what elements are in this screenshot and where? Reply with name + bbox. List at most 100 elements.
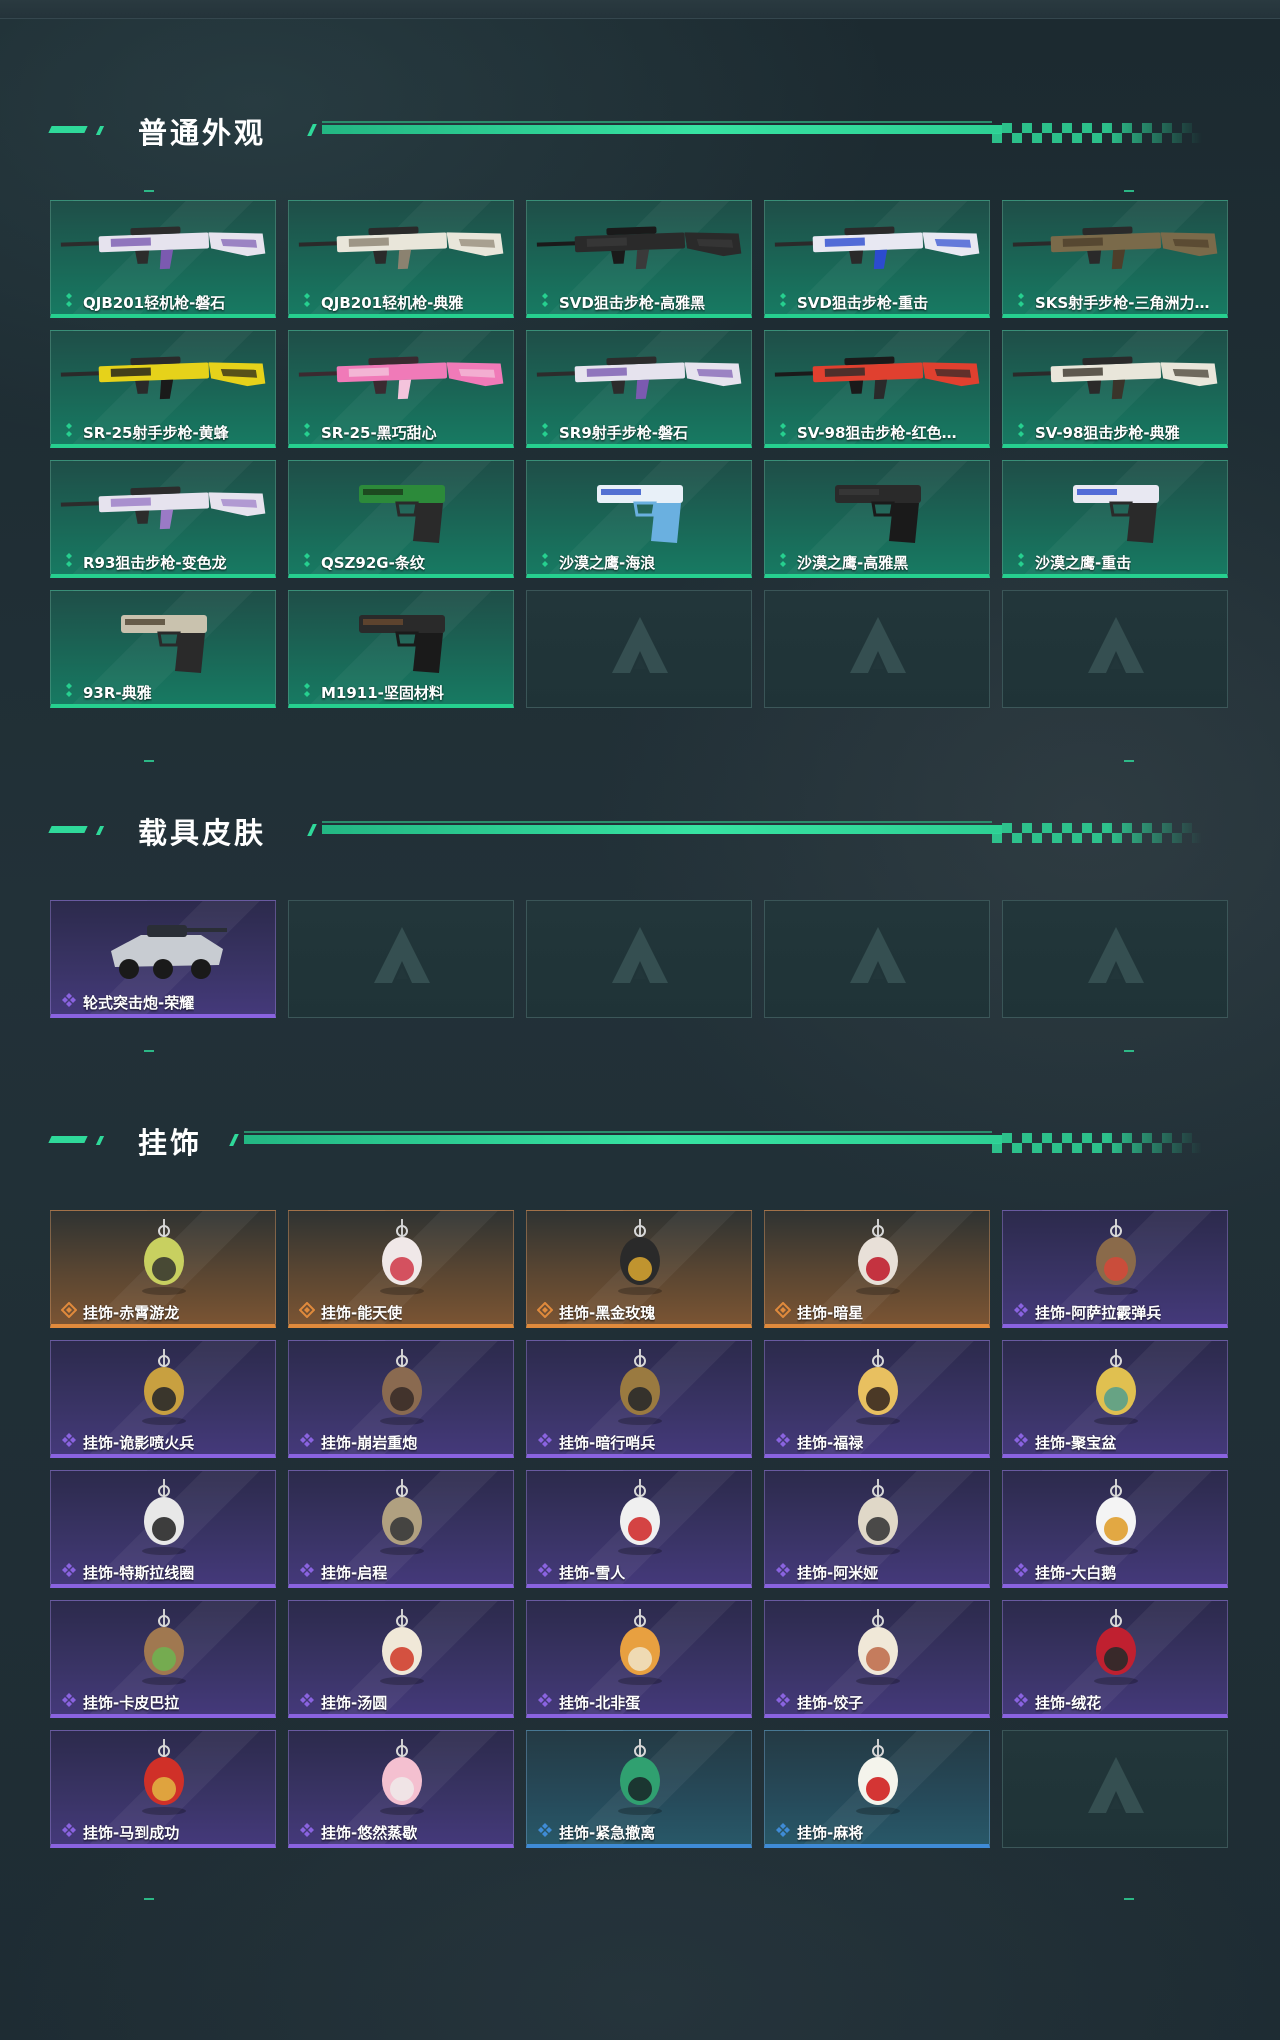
charm-icon [618, 1349, 662, 1425]
item-name: 挂饰-饺子 [797, 1693, 864, 1712]
item-card[interactable]: QSZ92G-条纹 [288, 460, 514, 578]
rarity-diamond-icon [775, 1432, 791, 1452]
charm-icon [618, 1219, 662, 1295]
item-name: 沙漠之鹰-高雅黑 [797, 553, 909, 572]
item-card[interactable]: 挂饰-北非蛋 [526, 1600, 752, 1718]
rarity-diamond-icon [299, 422, 315, 442]
section-header-weapon-skins: 普通外观 [0, 108, 1280, 150]
item-card[interactable]: 挂饰-诡影喷火兵 [50, 1340, 276, 1458]
rarity-diamond-icon [299, 682, 315, 702]
item-card[interactable]: 挂饰-聚宝盆 [1002, 1340, 1228, 1458]
item-card[interactable]: 挂饰-大白鹅 [1002, 1470, 1228, 1588]
item-card[interactable]: 93R-典雅 [50, 590, 276, 708]
item-card[interactable]: 沙漠之鹰-海浪 [526, 460, 752, 578]
item-name: 挂饰-黑金玫瑰 [559, 1303, 656, 1322]
item-card[interactable]: SV-98狙击步枪-典雅 [1002, 330, 1228, 448]
item-card[interactable]: 挂饰-能天使 [288, 1210, 514, 1328]
item-label: 挂饰-启程 [289, 1562, 513, 1582]
charm-icon [380, 1609, 424, 1685]
item-name: 挂饰-大白鹅 [1035, 1563, 1117, 1582]
item-name: SR9射手步枪-磐石 [559, 423, 689, 442]
header-slash [307, 124, 317, 136]
item-label: 挂饰-崩岩重炮 [289, 1432, 513, 1452]
item-card[interactable]: 挂饰-赤霄游龙 [50, 1210, 276, 1328]
section-title: 挂饰 [138, 1126, 203, 1160]
item-label: SR9射手步枪-磐石 [527, 422, 751, 442]
sniper-rifle-icon [774, 226, 980, 270]
item-card[interactable]: 挂饰-紧急撤离 [526, 1730, 752, 1848]
item-label: 轮式突击炮-荣耀 [51, 992, 275, 1012]
item-card[interactable]: 沙漠之鹰-重击 [1002, 460, 1228, 578]
item-label: 挂饰-福禄 [765, 1432, 989, 1452]
item-card[interactable]: SVD狙击步枪-高雅黑 [526, 200, 752, 318]
item-card[interactable]: 沙漠之鹰-高雅黑 [764, 460, 990, 578]
item-card[interactable]: 挂饰-悠然蒸歇 [288, 1730, 514, 1848]
pistol-icon [835, 485, 921, 543]
rarity-diamond-icon [299, 292, 315, 312]
rarity-diamond-icon [61, 422, 77, 442]
item-card[interactable]: 挂饰-麻将 [764, 1730, 990, 1848]
item-card[interactable]: M1911-坚固材料 [288, 590, 514, 708]
rarity-diamond-icon [775, 422, 791, 442]
item-label: 挂饰-雪人 [527, 1562, 751, 1582]
item-label: 挂饰-北非蛋 [527, 1692, 751, 1712]
item-card[interactable]: 挂饰-阿米娅 [764, 1470, 990, 1588]
sniper-rifle-icon [536, 226, 742, 270]
pistol-icon [121, 615, 207, 673]
section-title: 载具皮肤 [138, 816, 267, 850]
item-card[interactable]: 挂饰-特斯拉线圈 [50, 1470, 276, 1588]
item-card[interactable]: 挂饰-马到成功 [50, 1730, 276, 1848]
sniper-rifle-icon [774, 356, 980, 400]
header-rule [244, 1135, 1002, 1144]
rarity-diamond-icon [61, 1562, 77, 1582]
item-card[interactable]: SV-98狙击步枪-红色… [764, 330, 990, 448]
item-card[interactable]: 挂饰-暗行哨兵 [526, 1340, 752, 1458]
item-card[interactable]: SR-25-黑巧甜心 [288, 330, 514, 448]
item-name: 挂饰-卡皮巴拉 [83, 1693, 180, 1712]
header-accent-bar [48, 1136, 88, 1143]
item-label: 挂饰-聚宝盆 [1003, 1432, 1227, 1452]
item-card[interactable]: SR-25射手步枪-黄蜂 [50, 330, 276, 448]
item-name: 挂饰-能天使 [321, 1303, 403, 1322]
item-card[interactable]: QJB201轻机枪-磐石 [50, 200, 276, 318]
rarity-diamond-icon [537, 1692, 553, 1712]
item-label: SKS射手步枪-三角洲力… [1003, 292, 1227, 312]
charm-icon [1094, 1609, 1138, 1685]
charm-icon [142, 1739, 186, 1815]
item-name: 沙漠之鹰-海浪 [559, 553, 656, 572]
item-card[interactable]: 挂饰-卡皮巴拉 [50, 1600, 276, 1718]
charm-icon [380, 1349, 424, 1425]
item-card[interactable]: 挂饰-汤圆 [288, 1600, 514, 1718]
item-label: R93狙击步枪-变色龙 [51, 552, 275, 572]
corner-tick [144, 190, 154, 192]
item-card[interactable]: QJB201轻机枪-典雅 [288, 200, 514, 318]
item-name: 挂饰-悠然蒸歇 [321, 1823, 418, 1842]
item-card[interactable]: SVD狙击步枪-重击 [764, 200, 990, 318]
item-card[interactable]: R93狙击步枪-变色龙 [50, 460, 276, 578]
item-name: SVD狙击步枪-高雅黑 [559, 293, 706, 312]
item-name: SR-25射手步枪-黄蜂 [83, 423, 229, 442]
charm-icon [380, 1739, 424, 1815]
item-label: SV-98狙击步枪-典雅 [1003, 422, 1227, 442]
light-machine-gun-icon [60, 226, 266, 270]
item-card[interactable]: 挂饰-崩岩重炮 [288, 1340, 514, 1458]
item-label: 沙漠之鹰-高雅黑 [765, 552, 989, 572]
item-card[interactable]: 挂饰-阿萨拉霰弹兵 [1002, 1210, 1228, 1328]
placeholder-logo-icon [374, 927, 430, 983]
empty-slot [1002, 590, 1228, 708]
charm-icon [856, 1349, 900, 1425]
item-card[interactable]: 挂饰-黑金玫瑰 [526, 1210, 752, 1328]
item-card[interactable]: 挂饰-福禄 [764, 1340, 990, 1458]
item-label: QJB201轻机枪-典雅 [289, 292, 513, 312]
item-card[interactable]: SKS射手步枪-三角洲力… [1002, 200, 1228, 318]
item-card[interactable]: SR9射手步枪-磐石 [526, 330, 752, 448]
item-card[interactable]: 挂饰-饺子 [764, 1600, 990, 1718]
placeholder-logo-icon [850, 927, 906, 983]
item-card[interactable]: 挂饰-暗星 [764, 1210, 990, 1328]
item-card[interactable]: 挂饰-雪人 [526, 1470, 752, 1588]
header-rule-thin [322, 821, 992, 823]
item-card[interactable]: 挂饰-绒花 [1002, 1600, 1228, 1718]
item-label: 挂饰-特斯拉线圈 [51, 1562, 275, 1582]
item-card[interactable]: 挂饰-启程 [288, 1470, 514, 1588]
item-card[interactable]: 轮式突击炮-荣耀 [50, 900, 276, 1018]
